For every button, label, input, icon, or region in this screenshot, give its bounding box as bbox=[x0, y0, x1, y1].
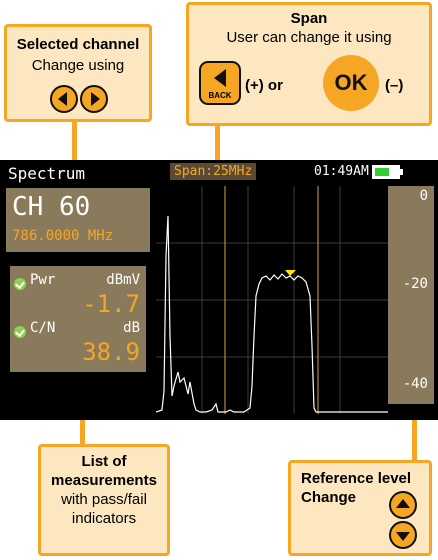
selected-channel-title: Selected channel bbox=[16, 36, 140, 53]
span-callout: Span User can change it using BACK (+) o… bbox=[186, 2, 432, 126]
chevron-left-icon bbox=[58, 92, 67, 106]
measurements-title-1: List of bbox=[81, 453, 127, 470]
selected-channel-sub: Change using bbox=[31, 57, 125, 74]
channel-panel[interactable]: CH 60 786.0000 MHz bbox=[6, 188, 150, 252]
chevron-down-icon bbox=[396, 532, 410, 541]
scale-label: -40 bbox=[402, 376, 428, 392]
plus-label: (+) or bbox=[245, 77, 283, 94]
back-button[interactable]: BACK bbox=[199, 61, 241, 105]
span-display[interactable]: Span:25MHz bbox=[170, 163, 257, 180]
reference-down-button[interactable] bbox=[389, 521, 417, 549]
spectrum-screen: Spectrum Span:25MHz 01:49AM CH 60 786.00… bbox=[0, 160, 438, 420]
measurement-unit: dBmV bbox=[106, 272, 140, 288]
pass-check-icon bbox=[14, 277, 26, 290]
measurements-callout: List of measurements with pass/fail indi… bbox=[38, 444, 170, 556]
minus-label: (–) bbox=[385, 77, 404, 94]
chevron-right-icon bbox=[91, 92, 100, 106]
ok-label: OK bbox=[334, 70, 368, 95]
spectrum-graph bbox=[156, 186, 388, 414]
ok-button[interactable]: OK bbox=[323, 55, 379, 111]
reference-up-button[interactable] bbox=[389, 491, 417, 519]
measurement-name: C/N bbox=[30, 320, 56, 336]
measurement-row-cn: C/N dB 38.9 bbox=[14, 320, 142, 368]
measurement-value: 38.9 bbox=[82, 338, 140, 366]
clock: 01:49AM bbox=[314, 164, 369, 179]
selected-channel-callout: Selected channel Change using bbox=[4, 24, 152, 122]
scale-label: 0 bbox=[419, 188, 428, 204]
back-label: BACK bbox=[208, 91, 232, 100]
measurements-panel: Pwr dBmV -1.7 C/N dB 38.9 bbox=[10, 266, 146, 372]
channel-down-button[interactable] bbox=[50, 85, 78, 113]
reference-callout: Reference level Change bbox=[288, 460, 432, 556]
measurement-name: Pwr bbox=[30, 272, 56, 288]
span-title: Span bbox=[290, 10, 328, 27]
measurements-title-2: measurements bbox=[51, 472, 157, 489]
channel-up-button[interactable] bbox=[80, 85, 108, 113]
measurement-value: -1.7 bbox=[82, 290, 140, 318]
channel-frequency: 786.0000 MHz bbox=[12, 228, 114, 244]
measurement-row-pwr: Pwr dBmV -1.7 bbox=[14, 272, 142, 320]
measurements-sub-2: indicators bbox=[71, 510, 137, 527]
pass-check-icon bbox=[14, 325, 26, 338]
span-sub: User can change it using bbox=[226, 29, 392, 46]
reference-title-1: Reference level bbox=[301, 470, 412, 487]
screen-title: Spectrum bbox=[8, 164, 86, 183]
channel-number: CH 60 bbox=[12, 192, 91, 222]
measurements-sub-1: with pass/fail bbox=[61, 491, 147, 508]
measurement-unit: dB bbox=[123, 320, 140, 336]
reference-scale[interactable]: 0 -20 -40 bbox=[388, 186, 434, 404]
battery-icon bbox=[372, 165, 403, 179]
spectrum-trace bbox=[156, 215, 388, 413]
chevron-up-icon bbox=[396, 499, 410, 508]
scale-label: -20 bbox=[402, 276, 428, 292]
back-arrow-icon bbox=[214, 69, 226, 87]
